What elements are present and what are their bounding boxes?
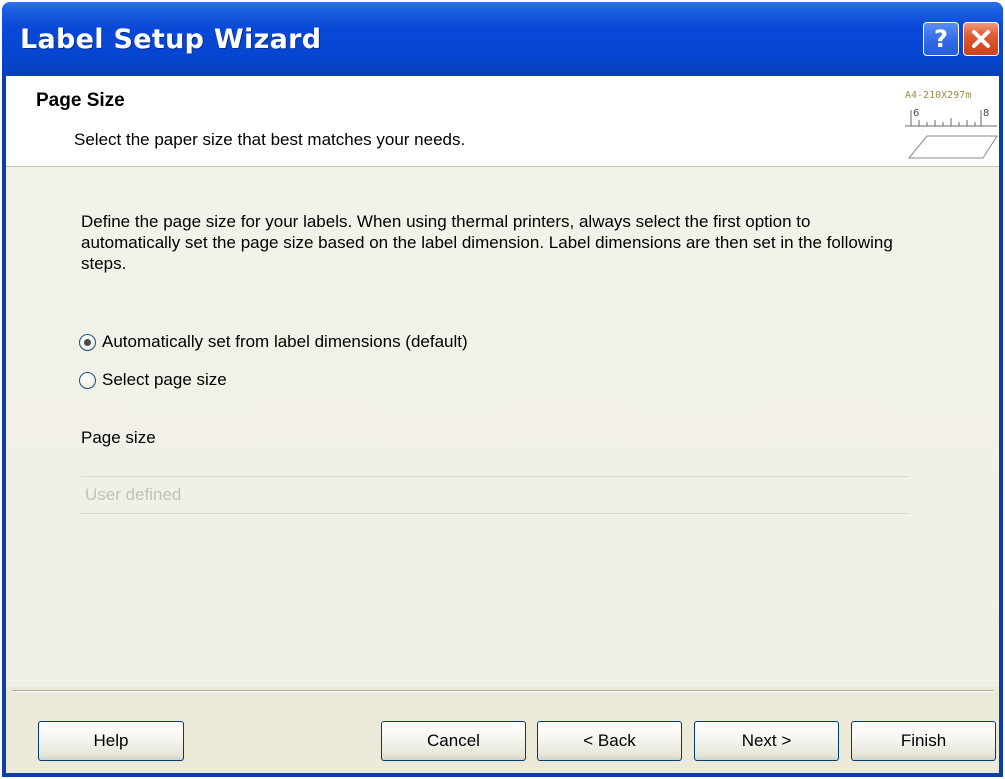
ruler-caption: A4-210X297m <box>905 90 971 101</box>
select-page-size-label: Select page size <box>102 370 227 389</box>
page-size-dropdown[interactable]: User defined <box>81 476 908 514</box>
finish-button[interactable]: Finish <box>851 721 996 761</box>
page-subtitle: Select the paper size that best matches … <box>74 130 466 149</box>
wizard-header: Page Size Select the paper size that bes… <box>6 76 999 167</box>
select-page-size-radio[interactable] <box>79 371 96 389</box>
ruler-tick-right: 8 <box>983 108 989 119</box>
help-title-button[interactable]: ? <box>923 22 959 56</box>
page-size-label: Page size <box>81 428 156 447</box>
page-size-ruler-icon: A4-210X297m 6 8 <box>905 90 998 159</box>
dialog-client-area: Page Size Select the paper size that bes… <box>6 76 999 773</box>
back-button[interactable]: < Back <box>537 721 682 761</box>
title-bar[interactable]: Label Setup Wizard ? <box>2 2 1003 76</box>
window-title: Label Setup Wizard <box>20 24 322 55</box>
description-text: Define the page size for your labels. Wh… <box>81 212 893 273</box>
auto-page-size-label: Automatically set from label dimensions … <box>102 332 468 351</box>
select-page-size-option[interactable]: Select page size <box>79 368 227 392</box>
page-title: Page Size <box>36 90 125 111</box>
auto-page-size-radio[interactable] <box>79 333 96 351</box>
close-button[interactable] <box>963 22 999 56</box>
wizard-body: Define the page size for your labels. Wh… <box>6 167 999 687</box>
close-icon <box>972 30 990 48</box>
wizard-window: Label Setup Wizard ? Page Size Select th… <box>2 2 1003 777</box>
auto-page-size-option[interactable]: Automatically set from label dimensions … <box>79 330 468 354</box>
ruler-tick-left: 6 <box>913 108 919 119</box>
help-button[interactable]: Help <box>38 721 184 761</box>
cancel-button[interactable]: Cancel <box>381 721 526 761</box>
next-button[interactable]: Next > <box>694 721 839 761</box>
